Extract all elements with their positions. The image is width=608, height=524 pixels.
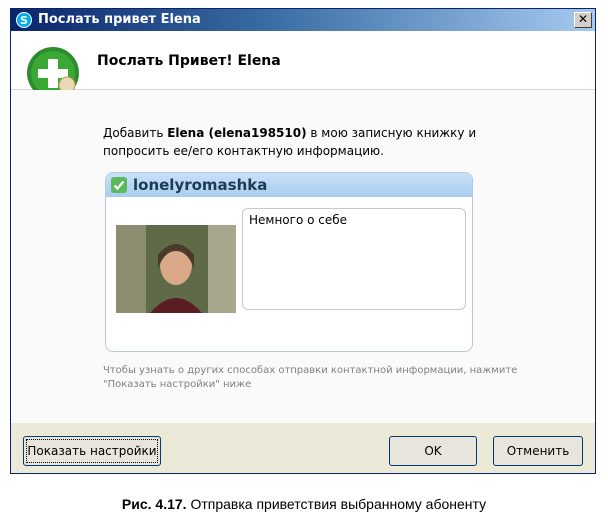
contact-name: Elena (elena198510) xyxy=(167,126,307,140)
skype-icon: S xyxy=(16,12,32,28)
contact-photo xyxy=(116,225,236,313)
contact-username: lonelyromashka xyxy=(133,176,268,194)
figure-caption-text: Отправка приветствия выбранному абоненту xyxy=(186,496,487,512)
ok-button[interactable]: OK xyxy=(389,436,477,466)
show-options-button[interactable]: Показать настройки xyxy=(23,436,161,466)
intro-prefix: Добавить xyxy=(103,126,168,140)
intro-text: Добавить Elena (elena198510) в мою запис… xyxy=(103,124,523,160)
cancel-button[interactable]: Отменить xyxy=(493,436,583,466)
dialog-content: Послать Привет! Elena Добавить Elena (el… xyxy=(11,31,595,423)
dialog-header-title: Послать Привет! Elena xyxy=(97,53,281,69)
dialog-body: Добавить Elena (elena198510) в мою запис… xyxy=(11,90,595,423)
title-bar[interactable]: S Послать привет Elena ✕ xyxy=(11,9,595,31)
figure-number: Рис. 4.17. xyxy=(121,496,187,512)
dialog-header: Послать Привет! Elena xyxy=(11,31,595,106)
window-title: Послать привет Elena xyxy=(38,12,201,27)
contact-card-header: lonelyromashka xyxy=(106,173,472,197)
send-greeting-dialog: S Послать привет Elena ✕ Послать Привет!… xyxy=(10,8,596,474)
about-me-box: Немного о себе xyxy=(242,208,466,310)
figure-caption: Рис. 4.17. Отправка приветствия выбранно… xyxy=(0,496,608,512)
online-status-icon xyxy=(111,177,127,193)
hint-text: Чтобы узнать о других способах отправки … xyxy=(103,365,518,390)
contact-card: lonelyromashka Немного о себе xyxy=(105,172,473,352)
close-button[interactable]: ✕ xyxy=(574,12,592,28)
